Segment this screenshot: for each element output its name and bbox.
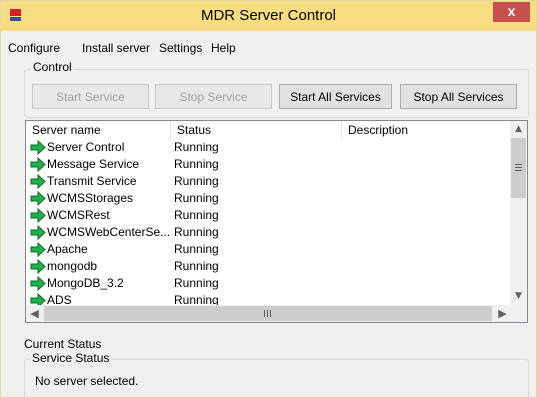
list-item[interactable]: MongoDB_3.2 Running (26, 275, 511, 292)
green-arrow-icon (30, 208, 46, 223)
list-item[interactable]: WCMSWebCenterSe... Running (26, 224, 511, 241)
mdr-server-control-window: MDR Server Control x Configure Install s… (0, 0, 537, 398)
server-name: WCMSStorages (47, 191, 134, 205)
title-bar[interactable]: MDR Server Control x (1, 1, 536, 31)
menu-help[interactable]: Help (211, 39, 236, 57)
scroll-left-arrow-icon[interactable]: ◀ (26, 305, 43, 322)
service-status-message: No server selected. (35, 374, 139, 388)
green-arrow-icon (30, 259, 46, 274)
server-status: Running (174, 174, 219, 188)
vertical-scroll-thumb[interactable] (511, 138, 526, 198)
menu-settings[interactable]: Settings (159, 39, 202, 57)
list-item[interactable]: WCMSStorages Running (26, 190, 511, 207)
server-status: Running (174, 259, 219, 273)
grip-icon (264, 310, 271, 317)
list-rows: Server Control Running Message Service Runn… (26, 139, 511, 309)
horizontal-scroll-thumb[interactable] (44, 306, 492, 321)
server-status: Running (174, 208, 219, 222)
server-name: Apache (47, 242, 88, 256)
server-status: Running (174, 157, 219, 171)
scroll-right-arrow-icon[interactable]: ▶ (494, 305, 511, 322)
service-status-label: Service Status (30, 351, 112, 365)
green-arrow-icon (30, 225, 46, 240)
stop-all-services-button[interactable]: Stop All Services (400, 84, 517, 109)
green-arrow-icon (30, 174, 46, 189)
column-header-server-name[interactable]: Server name (26, 121, 170, 139)
green-arrow-icon (30, 191, 46, 206)
server-name: Server Control (47, 140, 125, 154)
server-status: Running (174, 191, 219, 205)
grip-icon (515, 164, 522, 171)
column-header-status[interactable]: Status (170, 121, 341, 139)
scrollbar-corner (510, 305, 527, 322)
window-title: MDR Server Control (200, 7, 337, 24)
green-arrow-icon (30, 276, 46, 291)
server-list[interactable]: Server name Status Description Server Co… (25, 120, 528, 323)
server-name: Transmit Service (47, 174, 137, 188)
close-button[interactable]: x (493, 2, 530, 22)
control-group-label: Control (31, 60, 74, 74)
list-item[interactable]: Server Control Running (26, 139, 511, 156)
server-status: Running (174, 242, 219, 256)
start-service-button[interactable]: Start Service (32, 84, 149, 109)
server-name: MongoDB_3.2 (47, 276, 124, 290)
server-status: Running (174, 276, 219, 290)
server-status: Running (174, 225, 219, 239)
list-item[interactable]: Message Service Running (26, 156, 511, 173)
server-status: Running (174, 140, 219, 154)
green-arrow-icon (30, 140, 46, 155)
list-item[interactable]: Apache Running (26, 241, 511, 258)
scroll-up-arrow-icon[interactable]: ▲ (510, 121, 527, 138)
vertical-scrollbar[interactable]: ▲ ▼ (510, 121, 527, 305)
list-item[interactable]: mongodb Running (26, 258, 511, 275)
menu-bar: Configure Install server Settings Help (1, 39, 536, 57)
horizontal-scrollbar[interactable]: ◀ ▶ (26, 305, 511, 322)
scroll-down-arrow-icon[interactable]: ▼ (510, 288, 527, 305)
menu-install-server[interactable]: Install server (82, 39, 150, 57)
server-name: WCMSRest (47, 208, 110, 222)
menu-configure[interactable]: Configure (8, 39, 60, 57)
current-status-label: Current Status (24, 337, 102, 351)
green-arrow-icon (30, 242, 46, 257)
stop-service-button[interactable]: Stop Service (155, 84, 272, 109)
list-item[interactable]: WCMSRest Running (26, 207, 511, 224)
column-header-description[interactable]: Description (341, 121, 511, 139)
list-header: Server name Status Description (26, 121, 511, 139)
server-name: Message Service (47, 157, 140, 171)
list-item[interactable]: Transmit Service Running (26, 173, 511, 190)
green-arrow-icon (30, 157, 46, 172)
start-all-services-button[interactable]: Start All Services (279, 84, 392, 109)
server-name: WCMSWebCenterSe... (47, 225, 171, 239)
server-name: mongodb (47, 259, 98, 273)
